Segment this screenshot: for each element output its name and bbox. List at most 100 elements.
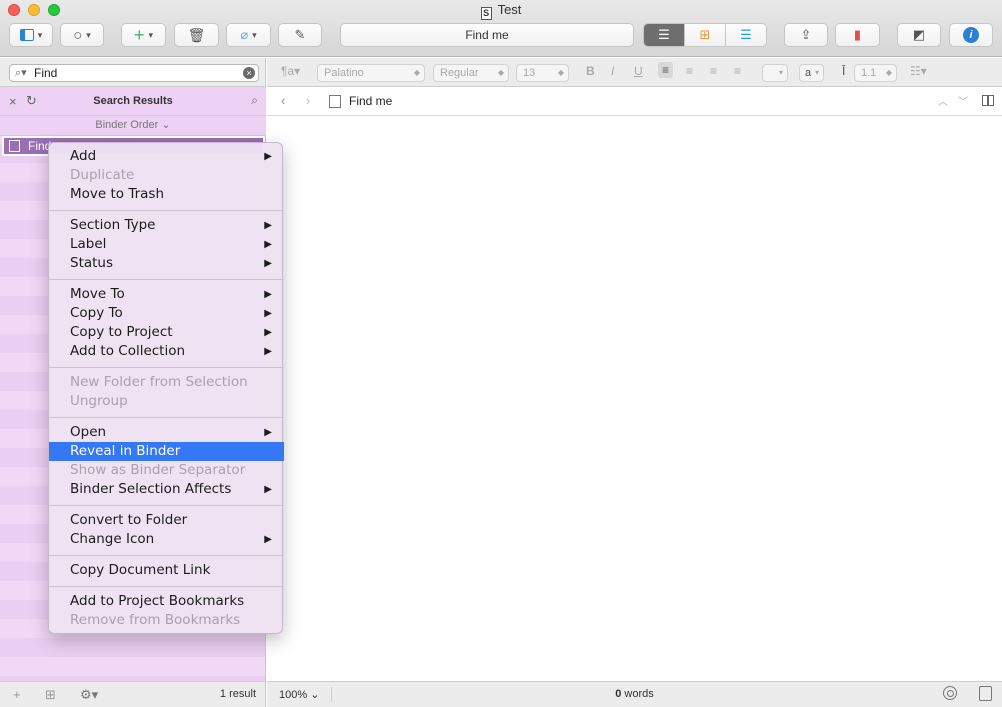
gear-icon[interactable]: ⚙▾ xyxy=(80,687,98,703)
quick-search-button[interactable]: Find me xyxy=(340,23,634,47)
menu-item-change-icon[interactable]: Change Icon ▶ xyxy=(49,530,284,549)
menu-separator xyxy=(49,586,284,587)
list-style-icon[interactable]: ☷▾ xyxy=(910,64,927,78)
trash-button[interactable]: 🗑 xyxy=(174,23,219,47)
italic-button[interactable]: I xyxy=(611,64,614,78)
scrivenings-view-icon[interactable]: ☰ xyxy=(644,24,684,46)
line-spacing-icon: Ī xyxy=(842,64,846,78)
menu-item-move-to-trash[interactable]: Move to Trash xyxy=(49,185,284,204)
menu-label: Remove from Bookmarks xyxy=(70,612,241,628)
menu-label: Ungroup xyxy=(70,393,128,409)
highlight-select[interactable]: a ▾ xyxy=(799,64,824,82)
next-document-icon[interactable]: ﹀ xyxy=(958,93,968,108)
chevron-down-icon: ⌄ xyxy=(161,119,171,131)
outliner-view-icon[interactable]: ☰ xyxy=(725,24,766,46)
align-justify-icon[interactable]: ≡ xyxy=(734,64,741,78)
submenu-arrow-icon: ▶ xyxy=(264,151,272,162)
clear-search-icon[interactable]: × xyxy=(243,67,255,79)
layout-icon xyxy=(19,29,34,41)
menu-item-add[interactable]: Add ▶ xyxy=(49,147,284,166)
add-folder-icon[interactable]: ⊞ xyxy=(45,687,56,703)
menu-label: Add xyxy=(70,148,97,164)
target-icon[interactable] xyxy=(943,686,957,700)
inspector-button[interactable]: i xyxy=(949,23,993,47)
search-menu-button[interactable]: ○ ▾ xyxy=(60,23,104,47)
font-size-select[interactable]: 13 ◆ xyxy=(516,64,569,82)
line-spacing-select[interactable]: 1.1 ◆ xyxy=(854,64,897,82)
menu-item-copy-document-link[interactable]: Copy Document Link xyxy=(49,561,284,580)
bookmark-button[interactable]: ▮ xyxy=(835,23,880,47)
menu-label: Copy Document Link xyxy=(70,562,211,578)
binder-order-label: Binder Order xyxy=(95,119,159,131)
composition-mode-button[interactable]: ◩ xyxy=(897,23,941,47)
font-style-select[interactable]: Regular ◆ xyxy=(433,64,509,82)
editor-header: ‹ › Find me ︿ ﹀ xyxy=(267,87,1002,116)
font-family-select[interactable]: Palatino ◆ xyxy=(317,64,425,82)
add-icon[interactable]: + xyxy=(13,687,21,702)
view-mode-segmented[interactable]: ☰ ⊞ ☰ xyxy=(643,23,767,47)
menu-item-binder-selection-affects[interactable]: Binder Selection Affects ▶ xyxy=(49,480,284,499)
menu-item-copy-to[interactable]: Copy To ▶ xyxy=(49,304,284,323)
chevron-down-icon: ▾ xyxy=(252,29,257,40)
submenu-arrow-icon: ▶ xyxy=(264,258,272,269)
share-button[interactable]: ⇪ xyxy=(784,23,828,47)
menu-label: Show as Binder Separator xyxy=(70,462,246,478)
binder-header: × ↻ Search Results ⌕ xyxy=(0,87,266,116)
menu-label: Reveal in Binder xyxy=(70,443,181,459)
project-file-icon: S xyxy=(480,7,492,20)
menu-item-show-as-binder-separator: Show as Binder Separator xyxy=(49,461,284,480)
font-family-value: Palatino xyxy=(324,67,364,79)
menu-label: Copy To xyxy=(70,305,123,321)
menu-item-convert-to-folder[interactable]: Convert to Folder xyxy=(49,511,284,530)
menu-item-add-to-project-bookmarks[interactable]: Add to Project Bookmarks xyxy=(49,592,284,611)
forward-icon[interactable]: › xyxy=(306,93,310,108)
menu-item-label[interactable]: Label ▶ xyxy=(49,235,284,254)
bold-button[interactable]: B xyxy=(586,64,595,78)
paragraph-style-icon[interactable]: ¶a▾ xyxy=(281,64,300,78)
context-menu: Add ▶ Duplicate Move to Trash Section Typ… xyxy=(48,142,284,634)
align-left-icon[interactable]: ≡ xyxy=(658,62,674,78)
menu-item-duplicate: Duplicate xyxy=(49,166,284,185)
align-right-icon[interactable]: ≡ xyxy=(710,64,717,78)
menu-label: Status xyxy=(70,255,114,271)
compose-button[interactable]: ✎ xyxy=(278,23,322,47)
menu-item-status[interactable]: Status ▶ xyxy=(49,254,284,273)
menu-item-move-to[interactable]: Move To ▶ xyxy=(49,285,284,304)
previous-document-icon[interactable]: ︿ xyxy=(938,93,948,108)
share-icon: ⇪ xyxy=(800,27,812,42)
document-icon xyxy=(329,95,341,108)
menu-item-open[interactable]: Open ▶ xyxy=(49,423,284,442)
view-layout-button[interactable]: ▾ xyxy=(9,23,53,47)
attach-button[interactable]: ⌀ ▾ xyxy=(226,23,271,47)
notes-icon[interactable] xyxy=(979,686,992,701)
search-input[interactable]: ⌕▾ Find × xyxy=(9,64,259,82)
editor-text-area[interactable] xyxy=(267,117,1002,681)
binder-order-select[interactable]: Binder Order ⌄ xyxy=(0,116,266,136)
search-icon: ○ xyxy=(73,26,83,44)
chevron-down-icon: ▾ xyxy=(778,68,783,77)
add-button[interactable]: + ▾ xyxy=(121,23,166,47)
menu-item-ungroup: Ungroup xyxy=(49,392,284,411)
search-icon[interactable]: ⌕ xyxy=(251,93,258,108)
back-icon[interactable]: ‹ xyxy=(281,93,285,108)
split-editor-icon[interactable] xyxy=(982,95,994,106)
stepper-icon: ◆ xyxy=(885,68,892,77)
editor-footer: 100% ⌄ 0 words xyxy=(267,681,1002,707)
document-icon xyxy=(9,140,20,152)
corkboard-view-icon[interactable]: ⊞ xyxy=(684,24,725,46)
align-center-icon[interactable]: ≡ xyxy=(686,64,693,78)
menu-item-section-type[interactable]: Section Type ▶ xyxy=(49,216,284,235)
submenu-arrow-icon: ▶ xyxy=(264,534,272,545)
menu-item-reveal-in-binder[interactable]: Reveal in Binder xyxy=(49,442,284,461)
chevron-down-icon: ▾ xyxy=(814,68,819,77)
word-count-suffix: words xyxy=(624,688,654,700)
trash-icon: 🗑 xyxy=(187,26,206,43)
menu-item-add-to-collection[interactable]: Add to Collection ▶ xyxy=(49,342,284,361)
line-spacing-value: 1.1 xyxy=(861,67,877,79)
menu-item-copy-to-project[interactable]: Copy to Project ▶ xyxy=(49,323,284,342)
text-color-select[interactable]: ▾ xyxy=(762,64,788,82)
font-size-value: 13 xyxy=(523,67,536,79)
underline-button[interactable]: U xyxy=(634,64,643,78)
paperclip-icon: ⌀ xyxy=(240,27,249,42)
menu-label: Add to Collection xyxy=(70,343,186,359)
